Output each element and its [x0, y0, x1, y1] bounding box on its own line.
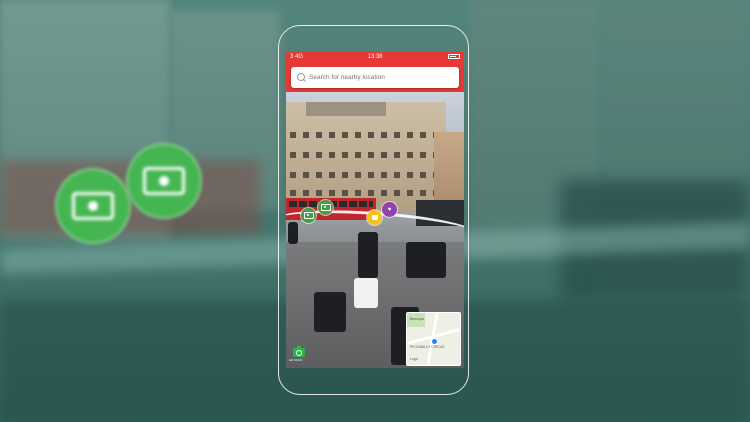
clock: 13:38 — [367, 54, 383, 60]
cash-icon — [55, 168, 131, 244]
location-pin-icon — [431, 338, 438, 345]
search-input[interactable] — [309, 70, 454, 85]
map-label: Logo — [410, 357, 418, 361]
cash-icon[interactable] — [301, 208, 316, 223]
pedestrian — [406, 242, 446, 278]
pedestrian — [314, 292, 346, 332]
search-bar[interactable] — [291, 67, 459, 88]
mini-map[interactable]: Beenspa PICCADILLY CIRCUS Logo — [406, 312, 461, 366]
map-label: Beenspa — [410, 317, 424, 321]
building — [286, 102, 446, 212]
window-row — [290, 152, 440, 158]
pedestrian — [288, 222, 298, 244]
battery-icon — [448, 54, 460, 59]
window-row — [290, 172, 440, 178]
shopping-icon[interactable]: ♥ — [382, 202, 397, 217]
building-roof — [306, 102, 386, 116]
camera-icon[interactable] — [293, 346, 305, 357]
phone-screen: 3 4G 13:38 ♥ Beenspa PICCADILLY CIRCUS L… — [286, 52, 464, 368]
search-icon — [297, 73, 305, 81]
coffee-icon[interactable] — [367, 210, 382, 225]
ar-camera-view[interactable]: ♥ Beenspa PICCADILLY CIRCUS Logo — [286, 92, 464, 368]
cash-icon — [126, 143, 202, 219]
cash-icon[interactable] — [318, 200, 333, 215]
status-bar: 3 4G 13:38 — [286, 52, 464, 62]
pedestrian — [358, 232, 378, 278]
map-label: PICCADILLY CIRCUS — [410, 345, 445, 349]
shopping-bag — [354, 278, 378, 308]
window-row — [290, 132, 440, 138]
window-row — [290, 190, 440, 196]
camera-button-label: AR SCAN — [289, 358, 303, 362]
